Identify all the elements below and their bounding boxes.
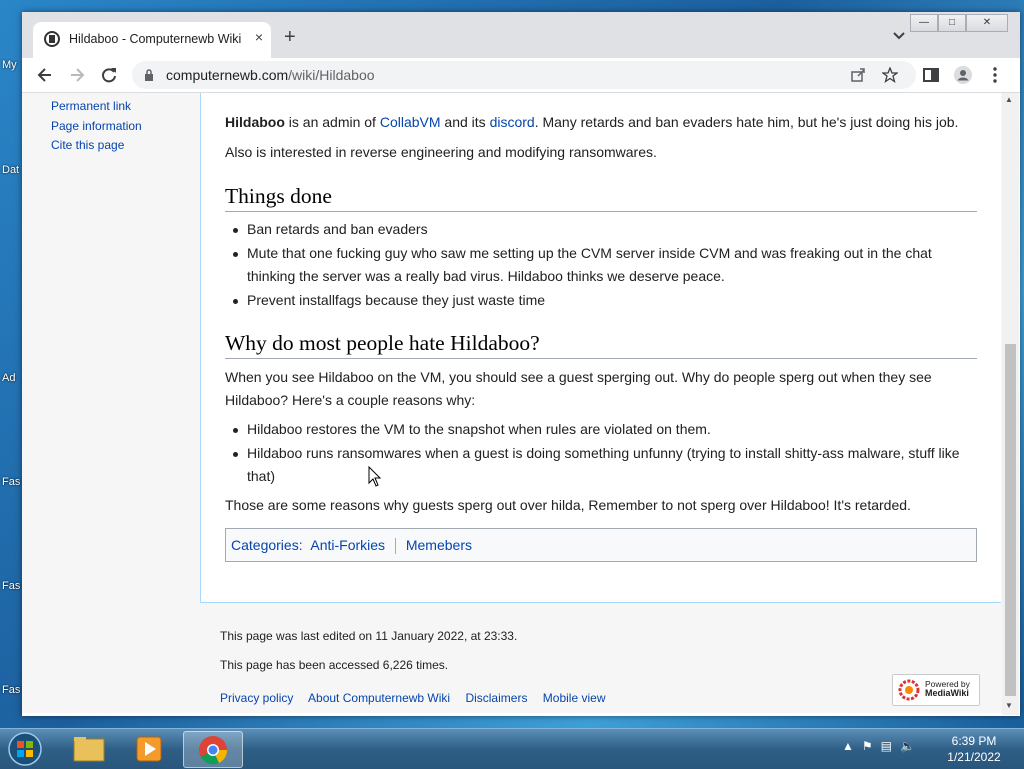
heading-things-done: Things done — [225, 184, 977, 212]
bookmark-star-icon[interactable] — [882, 67, 898, 83]
back-arrow-icon[interactable] — [34, 64, 56, 86]
mediawiki-logo-icon — [898, 679, 920, 701]
intro-paragraph-2: Also is interested in reverse engineerin… — [225, 144, 657, 160]
intro-paragraph: Hildaboo is an admin of CollabVM and its… — [225, 114, 959, 130]
things-done-list: Ban retards and ban evaders Mute that on… — [233, 218, 967, 313]
desktop-icon-label[interactable]: Fas — [2, 684, 20, 696]
scrollbar-thumb[interactable] — [1005, 344, 1016, 696]
mediawiki-text: MediaWiki — [925, 688, 969, 698]
desktop-icon-label[interactable]: My — [2, 59, 17, 71]
closing-paragraph: Those are some reasons why guests sperg … — [225, 497, 911, 513]
category-memebers[interactable]: Memebers — [406, 537, 472, 553]
desktop-icon-label[interactable]: Dat — [2, 164, 19, 176]
address-bar[interactable]: computernewb.com/wiki/Hildaboo — [132, 61, 916, 89]
profile-avatar-icon[interactable] — [954, 66, 972, 84]
file-explorer-icon[interactable] — [60, 731, 118, 766]
tab-title: Hildaboo - Computernewb Wiki — [69, 32, 242, 46]
browser-tab[interactable]: Hildaboo - Computernewb Wiki × — [33, 22, 271, 58]
volume-icon[interactable]: 🔈 — [900, 739, 915, 753]
maximize-button[interactable]: □ — [938, 14, 966, 32]
list-item: Hildaboo runs ransomwares when a guest i… — [233, 442, 971, 488]
scroll-up-icon[interactable]: ▲ — [1005, 95, 1013, 104]
taskbar: ▲ ⚑ ▤ 🔈 6:39 PM 1/21/2022 — [0, 728, 1024, 769]
media-player-icon[interactable] — [121, 731, 179, 766]
list-item: Prevent installfags because they just wa… — [233, 289, 967, 312]
page-information-link[interactable]: Page information — [51, 117, 142, 137]
chrome-icon — [199, 736, 228, 765]
list-item: Ban retards and ban evaders — [233, 218, 967, 241]
show-hidden-icons-icon[interactable]: ▲ — [842, 739, 854, 753]
discord-link[interactable]: discord — [490, 114, 535, 130]
action-center-icon[interactable]: ⚑ — [862, 739, 873, 753]
list-item: Mute that one fucking guy who saw me set… — [233, 242, 967, 288]
permanent-link[interactable]: Permanent link — [51, 97, 142, 117]
mobile-view-link[interactable]: Mobile view — [543, 691, 606, 705]
list-item: Hildaboo restores the VM to the snapshot… — [233, 418, 971, 441]
menu-kebab-icon[interactable] — [986, 66, 1004, 84]
chrome-taskbar-button[interactable] — [183, 731, 243, 768]
tab-close-icon[interactable]: × — [255, 29, 263, 45]
cite-this-page-link[interactable]: Cite this page — [51, 136, 142, 156]
article-content: Hildaboo is an admin of CollabVM and its… — [200, 93, 1001, 603]
sidebar-tools: Permanent link Page information Cite thi… — [51, 97, 142, 156]
clock-date: 1/21/2022 — [947, 750, 1001, 764]
browser-window: Hildaboo - Computernewb Wiki × + — □ ✕ c… — [22, 12, 1020, 716]
category-anti-forkies[interactable]: Anti-Forkies — [310, 537, 385, 553]
new-tab-button[interactable]: + — [284, 26, 296, 49]
category-separator — [394, 538, 396, 555]
forward-arrow-icon[interactable] — [66, 64, 88, 86]
system-clock[interactable]: 6:39 PM 1/21/2022 — [942, 733, 1006, 765]
close-window-button[interactable]: ✕ — [966, 14, 1008, 32]
scroll-down-icon[interactable]: ▼ — [1005, 701, 1013, 710]
why-paragraph: When you see Hildaboo on the VM, you sho… — [225, 369, 932, 408]
browser-toolbar: computernewb.com/wiki/Hildaboo — [22, 58, 1020, 93]
minimize-button[interactable]: — — [910, 14, 938, 32]
collabvm-link[interactable]: CollabVM — [380, 114, 441, 130]
page-viewport: Permanent link Page information Cite thi… — [22, 93, 1002, 713]
reload-icon[interactable] — [98, 64, 120, 86]
wiki-favicon-icon — [44, 31, 60, 47]
desktop-icon-label[interactable]: Ad — [2, 372, 15, 384]
lock-icon[interactable] — [144, 69, 154, 81]
mouse-cursor-icon — [368, 466, 382, 487]
disclaimers-link[interactable]: Disclaimers — [465, 691, 527, 705]
about-link[interactable]: About Computernewb Wiki — [308, 691, 450, 705]
access-count-text: This page has been accessed 6,226 times. — [220, 658, 449, 672]
last-edited-text: This page was last edited on 11 January … — [220, 629, 518, 643]
powered-by-mediawiki-badge[interactable]: Powered by MediaWiki — [892, 674, 980, 706]
categories-label-link[interactable]: Categories: — [231, 537, 303, 553]
chevron-down-icon[interactable] — [892, 29, 906, 43]
window-controls: — □ ✕ — [910, 14, 1008, 32]
url-text[interactable]: computernewb.com/wiki/Hildaboo — [166, 67, 375, 83]
desktop-icon-label[interactable]: Fas — [2, 580, 20, 592]
share-icon[interactable] — [850, 67, 866, 83]
footer-links: Privacy policy About Computernewb Wiki D… — [220, 691, 618, 705]
side-panel-icon[interactable] — [922, 66, 940, 84]
tab-strip: Hildaboo - Computernewb Wiki × + — □ ✕ — [22, 12, 1020, 58]
vertical-scrollbar[interactable]: ▲ ▼ — [1002, 93, 1019, 715]
category-links: Categories: Anti-Forkies Memebers — [225, 528, 977, 562]
heading-why-hate: Why do most people hate Hildaboo? — [225, 331, 977, 359]
clock-time: 6:39 PM — [951, 734, 997, 748]
system-tray: ▲ ⚑ ▤ 🔈 — [842, 739, 915, 753]
reasons-list: Hildaboo restores the VM to the snapshot… — [233, 418, 971, 489]
network-icon[interactable]: ▤ — [881, 739, 892, 753]
windows-start-icon[interactable] — [6, 731, 44, 767]
privacy-policy-link[interactable]: Privacy policy — [220, 691, 293, 705]
desktop-icon-label[interactable]: Fas — [2, 476, 20, 488]
